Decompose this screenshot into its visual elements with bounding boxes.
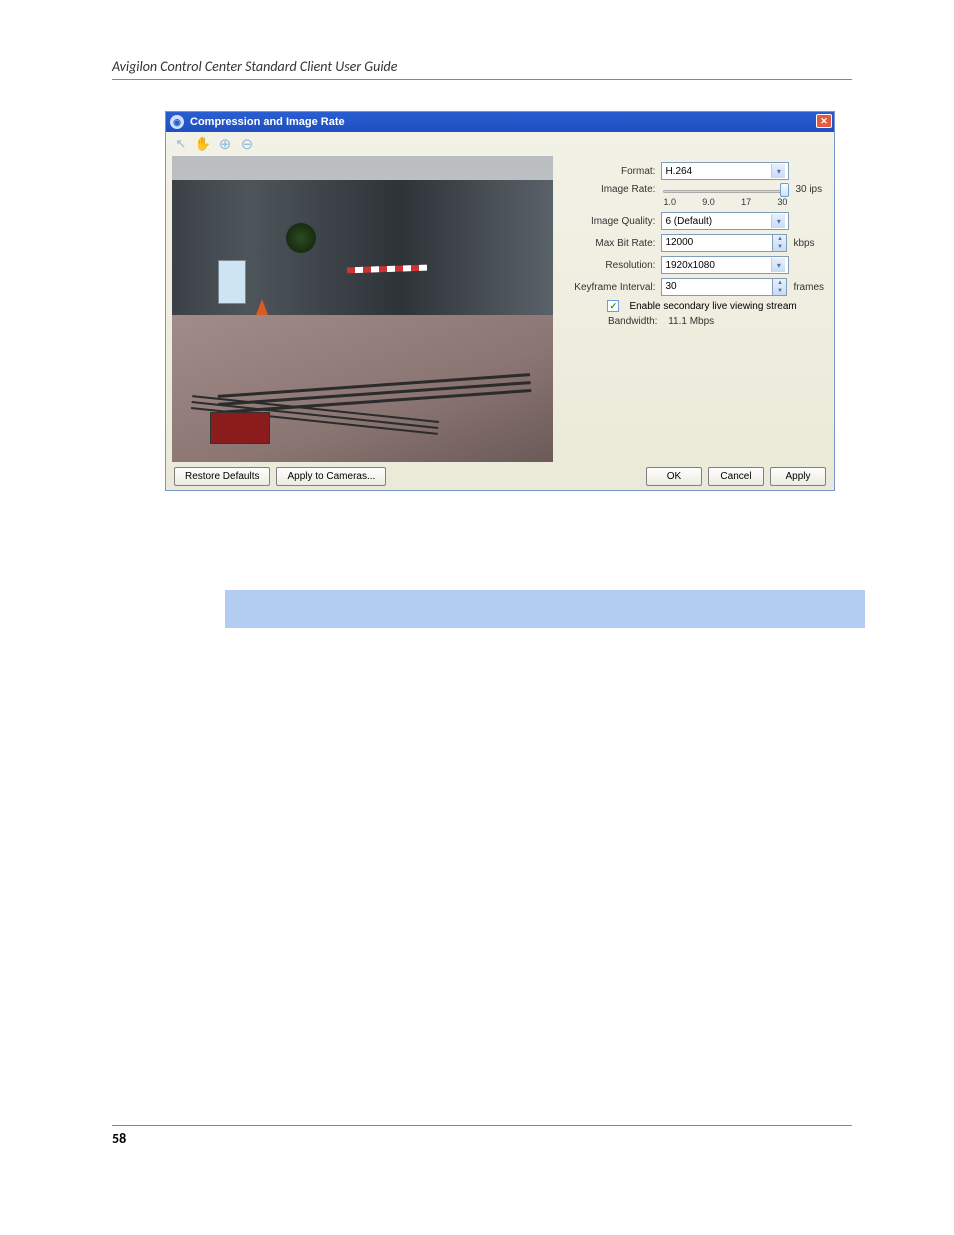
- secondary-stream-label: Enable secondary live viewing stream: [629, 301, 796, 312]
- page-header: Avigilon Control Center Standard Client …: [112, 58, 852, 80]
- restore-defaults-button[interactable]: Restore Defaults: [174, 467, 270, 486]
- image-rate-label: Image Rate:: [567, 184, 655, 195]
- keyframe-interval-spinner[interactable]: ▲▼: [773, 278, 787, 296]
- toolbar: ↖ ✋ ⊕ ⊖: [166, 132, 834, 156]
- camera-preview: [172, 156, 553, 462]
- image-rate-value: 30 ips: [795, 184, 822, 195]
- ok-button[interactable]: OK: [646, 467, 702, 486]
- dialog-footer: Restore Defaults Apply to Cameras... OK …: [166, 462, 834, 490]
- apply-button[interactable]: Apply: [770, 467, 826, 486]
- format-label: Format:: [567, 166, 655, 177]
- format-select[interactable]: H.264 ▾: [661, 162, 789, 180]
- max-bit-rate-unit: kbps: [793, 238, 814, 249]
- window-title: Compression and Image Rate: [190, 116, 345, 128]
- app-icon: ◉: [170, 115, 184, 129]
- keyframe-interval-label: Keyframe Interval:: [567, 282, 655, 293]
- image-rate-slider[interactable]: 1.0 9.0 17 30: [661, 184, 789, 208]
- image-quality-label: Image Quality:: [567, 216, 655, 227]
- pointer-icon[interactable]: ↖: [172, 135, 190, 153]
- pan-icon[interactable]: ✋: [194, 135, 212, 153]
- chevron-down-icon: ▾: [771, 164, 785, 178]
- page-number: 58: [112, 1125, 852, 1147]
- close-icon[interactable]: ✕: [816, 114, 832, 128]
- settings-form: Format: H.264 ▾ Image Rate: 1.0 9.0 17 3…: [553, 156, 834, 462]
- titlebar: ◉ Compression and Image Rate ✕: [166, 112, 834, 132]
- highlight-band: [225, 590, 865, 628]
- chevron-down-icon: ▾: [771, 214, 785, 228]
- zoom-out-icon[interactable]: ⊖: [238, 135, 256, 153]
- zoom-in-icon[interactable]: ⊕: [216, 135, 234, 153]
- secondary-stream-checkbox[interactable]: ✓: [607, 300, 619, 312]
- apply-to-cameras-button[interactable]: Apply to Cameras...: [276, 467, 386, 486]
- keyframe-unit: frames: [793, 282, 824, 293]
- slider-thumb[interactable]: [780, 183, 789, 197]
- dialog-window: ◉ Compression and Image Rate ✕ ↖ ✋ ⊕ ⊖ F…: [165, 111, 835, 491]
- resolution-select[interactable]: 1920x1080 ▾: [661, 256, 789, 274]
- keyframe-interval-input[interactable]: 30: [661, 278, 773, 296]
- resolution-label: Resolution:: [567, 260, 655, 271]
- chevron-down-icon: ▾: [771, 258, 785, 272]
- max-bit-rate-label: Max Bit Rate:: [567, 238, 655, 249]
- max-bit-rate-input[interactable]: 12000: [661, 234, 773, 252]
- bandwidth-readout: Bandwidth: 11.1 Mbps: [567, 316, 824, 327]
- max-bit-rate-spinner[interactable]: ▲▼: [773, 234, 787, 252]
- image-quality-select[interactable]: 6 (Default) ▾: [661, 212, 789, 230]
- cancel-button[interactable]: Cancel: [708, 467, 764, 486]
